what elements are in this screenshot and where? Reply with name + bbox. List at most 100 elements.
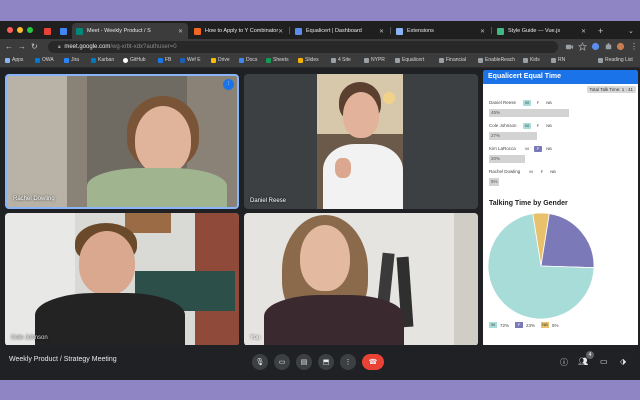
folder-icon [478,57,483,63]
legend-pct: 5% [552,322,559,328]
new-tab-button[interactable]: + [594,23,608,39]
video-tile-cole[interactable]: Cole Johnson [5,213,239,346]
tab-meet[interactable]: Meet - Weekly Product / S ✕ [72,23,188,39]
bookmark-owa[interactable]: OWA [35,57,54,63]
captions-button[interactable]: ▤ [296,354,312,370]
bookmark-reading-list[interactable]: Reading List [598,57,633,63]
gender-button-nb[interactable]: NB [545,100,553,106]
video-tile-self[interactable]: You [244,213,478,346]
tab-extensions[interactable]: Extensions ✕ [392,23,490,39]
bookmark-label: FB [165,57,172,63]
gender-button-f[interactable]: F [534,123,542,129]
bookmark-label: Karban [98,57,115,63]
tab-search-icon[interactable]: ⌄ [624,23,638,39]
bookmark-docs[interactable]: Docs [239,57,257,63]
camera-button[interactable]: ▭ [274,354,290,370]
facebook-icon [158,57,163,63]
forward-arrow-icon[interactable]: → [18,42,26,52]
tab-label: Meet - Weekly Product / S [87,28,151,34]
bookmark-nypr[interactable]: NYPR [364,57,385,63]
equalicert-icon [295,27,302,35]
meeting-info-icon[interactable]: ⓘ [560,357,568,368]
meeting-title: Weekly Product / Strategy Meeting [9,356,117,363]
shirt [323,144,403,209]
bookmark-rn[interactable]: RN [551,57,565,63]
gender-button-f[interactable]: F [538,169,546,175]
legend-swatch: NB [541,322,549,328]
activities-icon[interactable]: ⬗ [620,357,626,366]
bookmark-label: NYPR [371,57,385,63]
bookmark-wef[interactable]: Wef E [180,57,201,63]
gender-button-nb[interactable]: NB [545,146,553,152]
tab-vue[interactable]: Style Guide — Vue.js ✕ [493,23,591,39]
camera-in-use-icon[interactable] [565,42,574,51]
gender-button-m[interactable]: M [523,100,531,106]
bookmark-enablereach[interactable]: EnableReach [478,57,515,63]
close-tab-icon[interactable]: ✕ [581,28,586,35]
tab-calendar[interactable] [56,23,70,39]
bookmark-4site[interactable]: 4 Site [331,57,351,63]
leave-call-button[interactable]: ☎︎ [362,354,384,370]
video-frame [317,74,403,209]
bookmark-drive[interactable]: Drive [211,57,230,63]
video-tile-rachel[interactable]: ⫶ Rachel Dowling [5,74,239,209]
bookmark-apps[interactable]: Apps [5,57,23,63]
close-tab-icon[interactable]: ✕ [278,28,283,35]
close-window-icon[interactable] [7,27,13,33]
gender-button-m[interactable]: M [527,169,535,175]
gender-button-m[interactable]: M [523,146,531,152]
gender-button-f[interactable]: F [534,100,542,106]
present-screen-icon: ⬒ [322,359,330,366]
puzzle-icon[interactable] [604,42,613,51]
gender-button-nb[interactable]: NB [545,123,553,129]
minimize-window-icon[interactable] [17,27,23,33]
bookmark-label: Apps [12,57,24,63]
bookmark-kids[interactable]: Kids [523,57,540,63]
maximize-window-icon[interactable] [27,27,33,33]
more-options-button[interactable]: ⋮ [340,354,356,370]
talk-time-bar: 5% [489,178,499,186]
video-tile-daniel[interactable]: Daniel Reese [244,74,478,209]
gender-button-m[interactable]: M [523,123,531,129]
equalicert-extension-icon[interactable] [591,42,600,51]
bookmark-equalicert[interactable]: Equalicert [395,57,424,63]
chat-icon[interactable]: ▭ [600,357,608,366]
reload-icon[interactable]: ↻ [31,42,38,52]
bookmark-github[interactable]: GitHub [123,57,146,63]
hand [335,158,351,178]
tab-strip: Meet - Weekly Product / S ✕ How to Apply… [0,21,640,39]
profile-avatar-icon[interactable] [616,42,625,51]
bookmark-slides[interactable]: Slides [298,57,319,63]
gender-button-nb[interactable]: NB [549,169,557,175]
bookmark-jira[interactable]: Jira [64,57,79,63]
face [300,225,350,291]
shirt [264,295,404,346]
present-button[interactable]: ⬒ [318,354,334,370]
menu-kebab-icon[interactable]: ⋮ [630,42,638,52]
star-icon[interactable] [578,42,587,51]
close-tab-icon[interactable]: ✕ [480,28,485,35]
people-icon[interactable]: 👥︎ [578,357,588,366]
bookmark-label: EnableReach [485,57,516,63]
microphone-button[interactable]: 🎙︎ [252,354,268,370]
meeting-controls-bar: Weekly Product / Strategy Meeting 🎙︎ ▭ ▤… [0,345,640,380]
bookmark-sheets[interactable]: Sheets [266,57,289,63]
browser-toolbar: ← → ↻ 🔒︎ meet.google.com/wg-xrbt-xdx?aut… [0,39,640,55]
bookmark-financial[interactable]: Financial [439,57,466,63]
bookmark-fb[interactable]: FB [158,57,171,63]
panel-title: Equalicert Equal Time [483,70,638,84]
address-bar[interactable]: 🔒︎ meet.google.com/wg-xrbt-xdx?authuser=… [48,41,558,53]
shirt [87,168,227,207]
bookmark-karban[interactable]: Karban [91,57,114,63]
tab-equalicert[interactable]: Equalicert | Dashboard ✕ [291,23,389,39]
bookmark-label: 4 Site [338,57,351,63]
outlook-icon [35,57,40,63]
bookmark-label: RN [558,57,566,63]
close-tab-icon[interactable]: ✕ [379,28,384,35]
close-tab-icon[interactable]: ✕ [178,28,183,35]
talk-time-pct: 5% [491,179,498,184]
tab-gmail[interactable] [40,23,54,39]
back-arrow-icon[interactable]: ← [5,42,13,52]
tab-ycombinator[interactable]: How to Apply to Y Combinator ✕ [190,23,288,39]
gender-button-f[interactable]: F [534,146,542,152]
